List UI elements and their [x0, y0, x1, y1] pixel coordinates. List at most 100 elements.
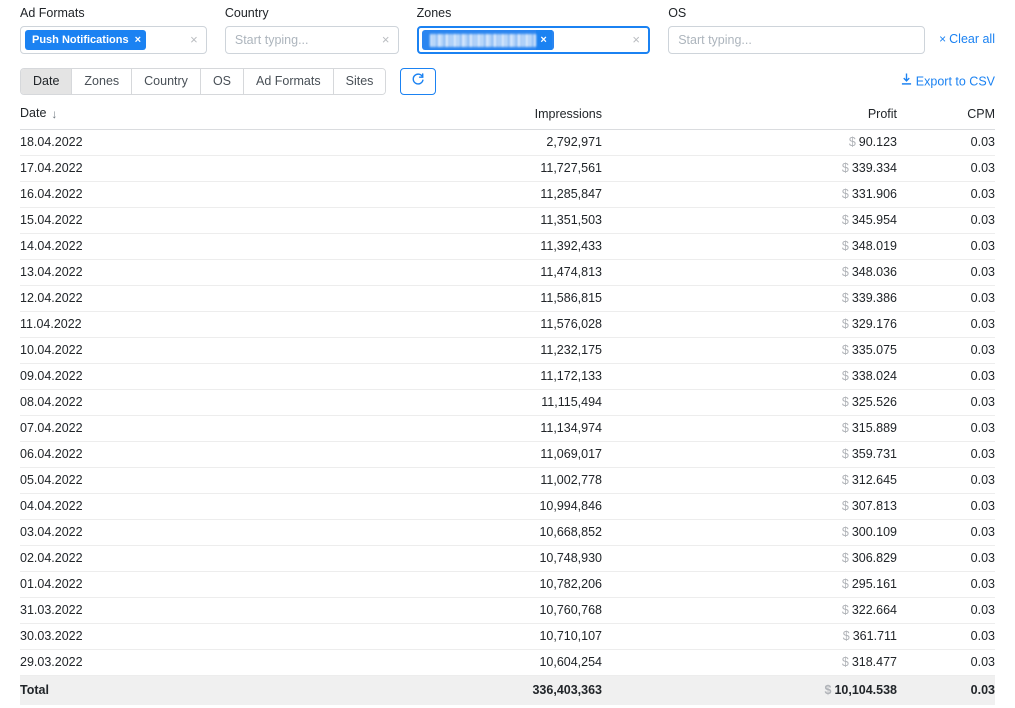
- total-cpm: 0.03: [897, 675, 995, 705]
- table-row[interactable]: 04.04.202210,994,846$307.8130.03: [20, 493, 995, 519]
- column-header-impressions[interactable]: Impressions: [340, 100, 602, 129]
- cell-date: 14.04.2022: [20, 233, 340, 259]
- cell-impressions: 11,115,494: [340, 389, 602, 415]
- column-header-cpm[interactable]: CPM: [897, 100, 995, 129]
- table-row[interactable]: 10.04.202211,232,175$335.0750.03: [20, 337, 995, 363]
- currency-symbol: $: [824, 683, 831, 697]
- cell-cpm: 0.03: [897, 259, 995, 285]
- table-row[interactable]: 02.04.202210,748,930$306.8290.03: [20, 545, 995, 571]
- ad-formats-clear-icon[interactable]: ×: [188, 34, 200, 46]
- column-header-label: Impressions: [535, 107, 602, 121]
- group-by-tabs: DateZonesCountryOSAd FormatsSites: [20, 68, 386, 95]
- tag-remove-icon[interactable]: ×: [536, 30, 552, 50]
- tab-sites[interactable]: Sites: [334, 69, 386, 94]
- cell-date: 03.04.2022: [20, 519, 340, 545]
- table-row[interactable]: 15.04.202211,351,503$345.9540.03: [20, 207, 995, 233]
- cell-cpm: 0.03: [897, 389, 995, 415]
- table-head: Date ↓ ImpressionsProfitCPM: [20, 100, 995, 129]
- cell-impressions: 10,668,852: [340, 519, 602, 545]
- cell-impressions: 10,748,930: [340, 545, 602, 571]
- column-header-label: Date: [20, 106, 46, 120]
- table-row[interactable]: 18.04.20222,792,971$90.1230.03: [20, 129, 995, 155]
- cell-impressions: 11,576,028: [340, 311, 602, 337]
- profit-value: 322.664: [852, 603, 897, 617]
- country-placeholder: Start typing...: [230, 33, 309, 47]
- column-header-profit[interactable]: Profit: [602, 100, 897, 129]
- table-row[interactable]: 14.04.202211,392,433$348.0190.03: [20, 233, 995, 259]
- tag-label-redacted: [430, 34, 536, 47]
- profit-value: 335.075: [852, 343, 897, 357]
- ad-formats-multiselect[interactable]: Push Notifications × ×: [20, 26, 207, 54]
- export-label: Export to CSV: [916, 74, 995, 88]
- table-row[interactable]: 31.03.202210,760,768$322.6640.03: [20, 597, 995, 623]
- table-row[interactable]: 16.04.202211,285,847$331.9060.03: [20, 181, 995, 207]
- clear-all-label: Clear all: [949, 32, 995, 46]
- table-row[interactable]: 01.04.202210,782,206$295.1610.03: [20, 571, 995, 597]
- table-row[interactable]: 03.04.202210,668,852$300.1090.03: [20, 519, 995, 545]
- currency-symbol: $: [842, 603, 849, 617]
- cell-cpm: 0.03: [897, 181, 995, 207]
- column-header-date[interactable]: Date ↓: [20, 100, 340, 129]
- table-row[interactable]: 05.04.202211,002,778$312.6450.03: [20, 467, 995, 493]
- profit-value: 331.906: [852, 187, 897, 201]
- cell-date: 31.03.2022: [20, 597, 340, 623]
- country-multiselect[interactable]: Start typing... ×: [225, 26, 399, 54]
- table-row[interactable]: 12.04.202211,586,815$339.3860.03: [20, 285, 995, 311]
- table-row[interactable]: 11.04.202211,576,028$329.1760.03: [20, 311, 995, 337]
- currency-symbol: $: [842, 343, 849, 357]
- profit-value: 295.161: [852, 577, 897, 591]
- tag-label: Push Notifications: [32, 30, 129, 50]
- table-total-row: Total336,403,363$10,104.5380.03: [20, 675, 995, 705]
- export-to-csv-button[interactable]: Export to CSV: [901, 74, 995, 89]
- cell-cpm: 0.03: [897, 597, 995, 623]
- profit-value: 361.711: [853, 629, 897, 643]
- cell-profit: $306.829: [602, 545, 897, 571]
- table-row[interactable]: 17.04.202211,727,561$339.3340.03: [20, 155, 995, 181]
- cell-date: 06.04.2022: [20, 441, 340, 467]
- close-icon: ×: [939, 32, 946, 46]
- table-row[interactable]: 06.04.202211,069,017$359.7310.03: [20, 441, 995, 467]
- tab-zones[interactable]: Zones: [72, 69, 132, 94]
- cell-profit: $331.906: [602, 181, 897, 207]
- currency-symbol: $: [842, 317, 849, 331]
- profit-value: 338.024: [852, 369, 897, 383]
- cell-cpm: 0.03: [897, 285, 995, 311]
- table-body: 18.04.20222,792,971$90.1230.0317.04.2022…: [20, 129, 995, 705]
- profit-value: 348.019: [852, 239, 897, 253]
- zones-multiselect[interactable]: × ×: [417, 26, 651, 54]
- cell-date: 15.04.2022: [20, 207, 340, 233]
- zones-clear-icon[interactable]: ×: [630, 34, 642, 46]
- tag-remove-icon[interactable]: ×: [135, 30, 141, 50]
- table-row[interactable]: 13.04.202211,474,813$348.0360.03: [20, 259, 995, 285]
- cell-date: 02.04.2022: [20, 545, 340, 571]
- table-row[interactable]: 09.04.202211,172,133$338.0240.03: [20, 363, 995, 389]
- cell-cpm: 0.03: [897, 519, 995, 545]
- tab-country[interactable]: Country: [132, 69, 201, 94]
- table-row[interactable]: 08.04.202211,115,494$325.5260.03: [20, 389, 995, 415]
- os-multiselect[interactable]: Start typing...: [668, 26, 925, 54]
- tag-push-notifications[interactable]: Push Notifications ×: [25, 30, 146, 50]
- cell-date: 13.04.2022: [20, 259, 340, 285]
- table-row[interactable]: 07.04.202211,134,974$315.8890.03: [20, 415, 995, 441]
- tab-ad-formats[interactable]: Ad Formats: [244, 69, 334, 94]
- cell-profit: $348.019: [602, 233, 897, 259]
- cell-date: 30.03.2022: [20, 623, 340, 649]
- tab-os[interactable]: OS: [201, 69, 244, 94]
- profit-value: 90.123: [859, 135, 897, 149]
- profit-value: 306.829: [852, 551, 897, 565]
- cell-cpm: 0.03: [897, 233, 995, 259]
- currency-symbol: $: [842, 655, 849, 669]
- tab-date[interactable]: Date: [21, 69, 72, 94]
- cell-date: 12.04.2022: [20, 285, 340, 311]
- country-clear-icon[interactable]: ×: [380, 34, 392, 46]
- cell-profit: $300.109: [602, 519, 897, 545]
- tag-zone-redacted[interactable]: ×: [422, 30, 554, 50]
- refresh-button[interactable]: [400, 68, 436, 95]
- sort-descending-icon: ↓: [51, 107, 57, 121]
- currency-symbol: $: [842, 473, 849, 487]
- table-row[interactable]: 30.03.202210,710,107$361.7110.03: [20, 623, 995, 649]
- cell-cpm: 0.03: [897, 441, 995, 467]
- clear-all-button[interactable]: × Clear all: [939, 32, 995, 46]
- table-row[interactable]: 29.03.202210,604,254$318.4770.03: [20, 649, 995, 675]
- currency-symbol: $: [842, 239, 849, 253]
